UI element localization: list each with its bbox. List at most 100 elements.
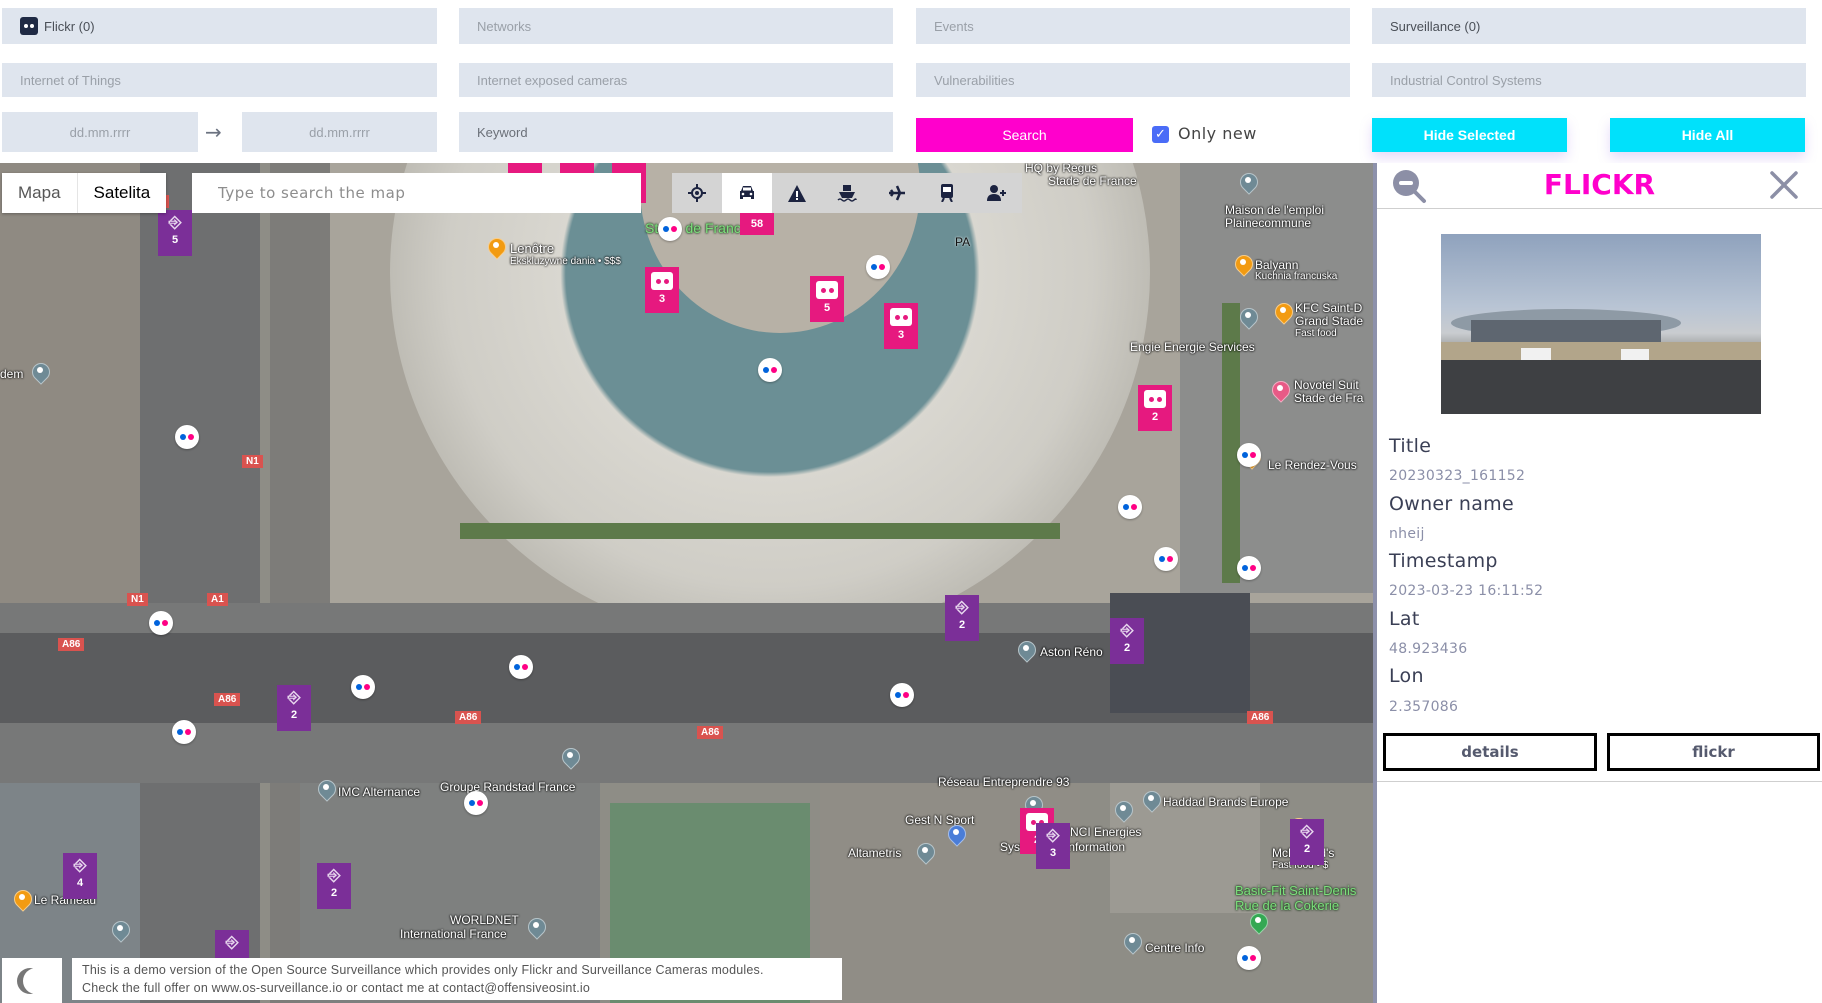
flickr-cluster-marker[interactable]: 2 xyxy=(1138,385,1172,431)
flickr-icon xyxy=(890,308,912,326)
filter-iot[interactable]: Internet of Things xyxy=(2,63,437,97)
plane-icon[interactable] xyxy=(872,173,922,213)
filter-vulnerabilities[interactable]: Vulnerabilities xyxy=(916,63,1350,97)
place-pin-icon[interactable] xyxy=(32,363,48,385)
bar-pin-icon[interactable] xyxy=(14,890,30,912)
flickr-icon xyxy=(1144,390,1166,408)
flickr-cluster-marker[interactable]: 5 xyxy=(810,276,844,322)
place-label: Centre Info xyxy=(1145,941,1205,955)
restaurant-pin-icon[interactable] xyxy=(1275,303,1291,325)
locate-icon[interactable] xyxy=(672,173,722,213)
field-value-owner: nheij xyxy=(1389,526,1425,542)
place-label: Groupe Randstad France xyxy=(440,780,576,794)
place-label: KFC Saint-D xyxy=(1295,301,1363,315)
camera-cluster-marker[interactable]: ⎆ 4 xyxy=(63,853,97,899)
map-type-map[interactable]: Mapa xyxy=(2,173,78,213)
filter-bar: Flickr (0) Networks Events Surveillance … xyxy=(0,0,1822,163)
flickr-details-panel: FLICKR Title 20230323_161152 Owner name … xyxy=(1377,163,1822,1003)
flickr-link-button[interactable]: flickr xyxy=(1607,733,1820,771)
flickr-photo[interactable] xyxy=(1441,234,1761,414)
car-icon[interactable] xyxy=(722,173,772,213)
ship-icon[interactable] xyxy=(822,173,872,213)
satellite-map[interactable]: A1 N1 A1 N1 A86 A86 A86 A86 A86 Stade de… xyxy=(0,163,1373,1003)
filter-ics[interactable]: Industrial Control Systems xyxy=(1372,63,1806,97)
flickr-marker[interactable] xyxy=(1237,443,1261,467)
camera-cluster-marker[interactable]: ⎆ 2 xyxy=(317,863,351,909)
only-new-label: Only new xyxy=(1178,124,1257,143)
flickr-icon xyxy=(816,281,838,299)
flickr-cluster-marker[interactable]: 58 xyxy=(740,213,774,235)
camera-cluster-marker[interactable]: ⎆ 2 xyxy=(277,685,311,731)
keyword-input[interactable]: Keyword xyxy=(459,112,893,152)
flickr-marker[interactable] xyxy=(464,791,488,815)
hotel-pin-icon[interactable] xyxy=(1272,381,1288,403)
flickr-marker[interactable] xyxy=(758,358,782,382)
field-label-lon: Lon xyxy=(1389,665,1424,687)
details-button[interactable]: details xyxy=(1383,733,1597,771)
flickr-marker[interactable] xyxy=(1237,946,1261,970)
field-value-lon: 2.357086 xyxy=(1389,699,1459,715)
place-pin-icon[interactable] xyxy=(528,918,544,940)
close-icon[interactable] xyxy=(1768,169,1800,201)
cluster-count: 5 xyxy=(171,234,179,246)
restaurant-pin-icon[interactable] xyxy=(488,238,504,260)
camera-cluster-marker[interactable]: ⎆ 3 xyxy=(1036,823,1070,869)
place-pin-icon[interactable] xyxy=(318,780,334,802)
date-from-input[interactable]: dd.mm.rrrr xyxy=(2,112,198,152)
filter-flickr[interactable]: Flickr (0) xyxy=(2,8,437,44)
filter-networks[interactable]: Networks xyxy=(459,8,893,44)
gym-pin-icon[interactable] xyxy=(1250,913,1266,935)
flickr-marker[interactable] xyxy=(1237,556,1261,580)
road-shield: A86 xyxy=(697,726,724,739)
place-pin-icon[interactable] xyxy=(1143,791,1159,813)
date-to-input[interactable]: dd.mm.rrrr xyxy=(242,112,437,152)
flickr-marker[interactable] xyxy=(890,683,914,707)
place-label: Plainecommune xyxy=(1225,216,1312,230)
flickr-marker[interactable] xyxy=(175,425,199,449)
place-pin-icon[interactable] xyxy=(1124,933,1140,955)
place-pin-icon[interactable] xyxy=(1115,801,1131,823)
place-label: Rue de la Cokerie xyxy=(1235,898,1340,913)
place-pin-icon[interactable] xyxy=(1240,173,1256,195)
warning-icon[interactable] xyxy=(772,173,822,213)
filter-surveillance[interactable]: Surveillance (0) xyxy=(1372,8,1806,44)
hide-all-button[interactable]: Hide All xyxy=(1610,118,1805,152)
cluster-count: 2 xyxy=(958,619,966,631)
flickr-marker[interactable] xyxy=(172,720,196,744)
place-pin-icon[interactable] xyxy=(1240,308,1256,330)
map-type-satellite[interactable]: Satelita xyxy=(78,173,167,213)
restaurant-pin-icon[interactable] xyxy=(1235,255,1251,277)
place-label: Réseau Entreprendre 93 xyxy=(938,775,1070,789)
flickr-marker[interactable] xyxy=(866,255,890,279)
camera-cluster-marker[interactable]: ⎆ 5 xyxy=(158,210,192,256)
place-pin-icon[interactable] xyxy=(562,748,578,770)
camera-cluster-marker[interactable]: ⎆ 2 xyxy=(1290,819,1324,865)
filter-events[interactable]: Events xyxy=(916,8,1350,44)
map-search-input[interactable] xyxy=(192,173,641,213)
place-pin-icon[interactable] xyxy=(917,843,933,865)
only-new-checkbox[interactable]: ✓ xyxy=(1152,126,1169,143)
flickr-marker[interactable] xyxy=(1118,495,1142,519)
add-user-icon[interactable] xyxy=(972,173,1022,213)
theme-toggle[interactable] xyxy=(2,958,62,1003)
hide-selected-button[interactable]: Hide Selected xyxy=(1372,118,1567,152)
camera-cluster-marker[interactable]: ⎆ 2 xyxy=(1110,618,1144,664)
flickr-marker[interactable] xyxy=(1154,547,1178,571)
place-pin-icon[interactable] xyxy=(1018,641,1034,663)
camera-icon: ⎆ xyxy=(1120,622,1134,639)
flickr-marker[interactable] xyxy=(658,217,682,241)
flickr-cluster-marker[interactable]: 3 xyxy=(884,303,918,349)
camera-cluster-marker[interactable]: ⎆ 2 xyxy=(945,595,979,641)
sports-pin-icon[interactable] xyxy=(948,825,964,847)
place-pin-icon[interactable] xyxy=(112,921,128,943)
demo-banner-line2: Check the full offer on www.os-surveilla… xyxy=(82,981,591,995)
train-icon[interactable] xyxy=(922,173,972,213)
flickr-marker[interactable] xyxy=(509,655,533,679)
search-button[interactable]: Search xyxy=(916,118,1133,152)
flickr-marker[interactable] xyxy=(149,611,173,635)
place-label: Stade de France xyxy=(1048,174,1137,188)
filter-exposed-cameras[interactable]: Internet exposed cameras xyxy=(459,63,893,97)
flickr-marker[interactable] xyxy=(351,675,375,699)
flickr-cluster-marker[interactable]: 3 xyxy=(645,267,679,313)
road-shield: A86 xyxy=(58,638,85,651)
